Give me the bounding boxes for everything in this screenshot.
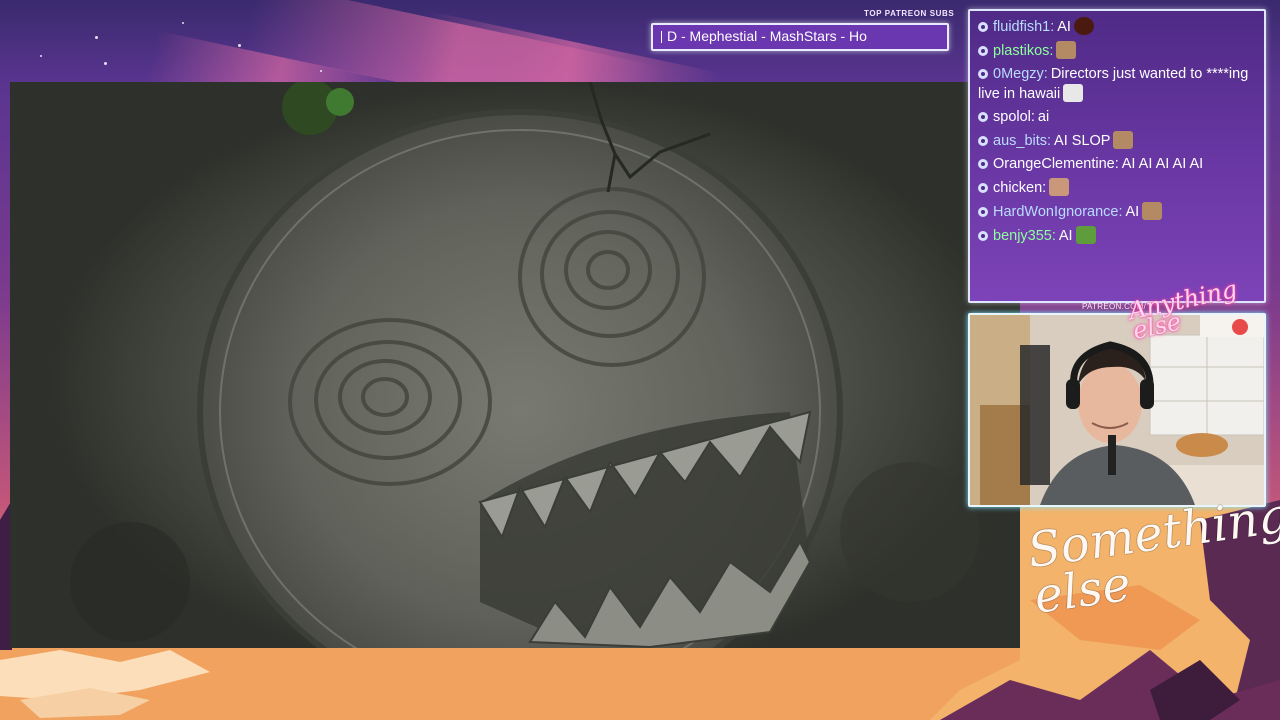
chat-username[interactable]: HardWonIgnorance: (993, 204, 1123, 220)
bearded-man-emote (1142, 202, 1163, 220)
chat-message-text: AI AI AI AI AI (1121, 156, 1204, 172)
chat-username[interactable]: 0Megzy: (993, 66, 1048, 82)
chat-badge-icon (978, 159, 988, 169)
chat-username[interactable]: OrangeClementine: (993, 156, 1119, 172)
bearded-man-emote (1113, 131, 1134, 149)
chat-username[interactable]: chicken: (993, 180, 1046, 196)
chat-badge-icon (978, 46, 988, 56)
chat-badge-icon (978, 112, 988, 122)
chat-message: plastikos: (970, 39, 1264, 63)
chat-username[interactable]: spolol: (993, 109, 1035, 125)
chat-message-text: AI (1125, 204, 1140, 220)
chat-badge-icon (978, 22, 988, 32)
chat-message: benjy355: AI (970, 224, 1264, 248)
patreon-subs-ticker: D - Mephestial - MashStars - Ho (651, 23, 949, 51)
chat-message-text: AI SLOP (1054, 133, 1111, 149)
bearded-man-emote (1056, 41, 1077, 59)
chat-badge-icon (978, 136, 988, 146)
chat-message: chicken: (970, 176, 1264, 200)
chat-badge-icon (978, 207, 988, 217)
webcam-feed (968, 313, 1266, 507)
chat-username[interactable]: benjy355: (993, 228, 1056, 244)
chat-message-text: AI (1058, 228, 1073, 244)
chat-message: HardWonIgnorance: AI (970, 200, 1264, 224)
chat-username[interactable]: plastikos: (993, 43, 1053, 59)
chat-panel: fluidfish1: AI plastikos: 0Megzy: Directors … (968, 9, 1266, 303)
chat-username[interactable]: fluidfish1: (993, 19, 1054, 35)
chat-message-list: fluidfish1: AI plastikos: 0Megzy: Directors … (970, 11, 1264, 248)
patreon-subs-label: TOP PATREON SUBS (864, 9, 955, 18)
chat-badge-icon (978, 183, 988, 193)
chat-message: OrangeClementine: AI AI AI AI AI (970, 153, 1264, 176)
webcam-image (970, 315, 1264, 505)
chat-message-text: AI (1057, 19, 1071, 35)
brand-logo-text: Something else (1024, 487, 1280, 625)
dark-orb-emote (1073, 17, 1094, 35)
chat-message: fluidfish1: AI (970, 15, 1264, 39)
chat-message-text: ai (1037, 109, 1050, 125)
video-frame-image (70, 82, 980, 648)
video-player[interactable] (10, 82, 1020, 648)
face-photo-emote (1049, 178, 1070, 196)
chat-username[interactable]: aus_bits: (993, 133, 1051, 149)
chat-message: spolol: ai (970, 106, 1264, 129)
chat-message: aus_bits: AI SLOP (970, 129, 1264, 153)
sunglasses-face-emote (1063, 84, 1084, 102)
pepe-frog-emote (1075, 226, 1096, 244)
chat-message: 0Megzy: Directors just wanted to ****ing … (970, 63, 1264, 106)
chat-badge-icon (978, 69, 988, 79)
patreon-subs-ticker-text: D - Mephestial - MashStars - Ho (667, 28, 867, 44)
chat-badge-icon (978, 231, 988, 241)
